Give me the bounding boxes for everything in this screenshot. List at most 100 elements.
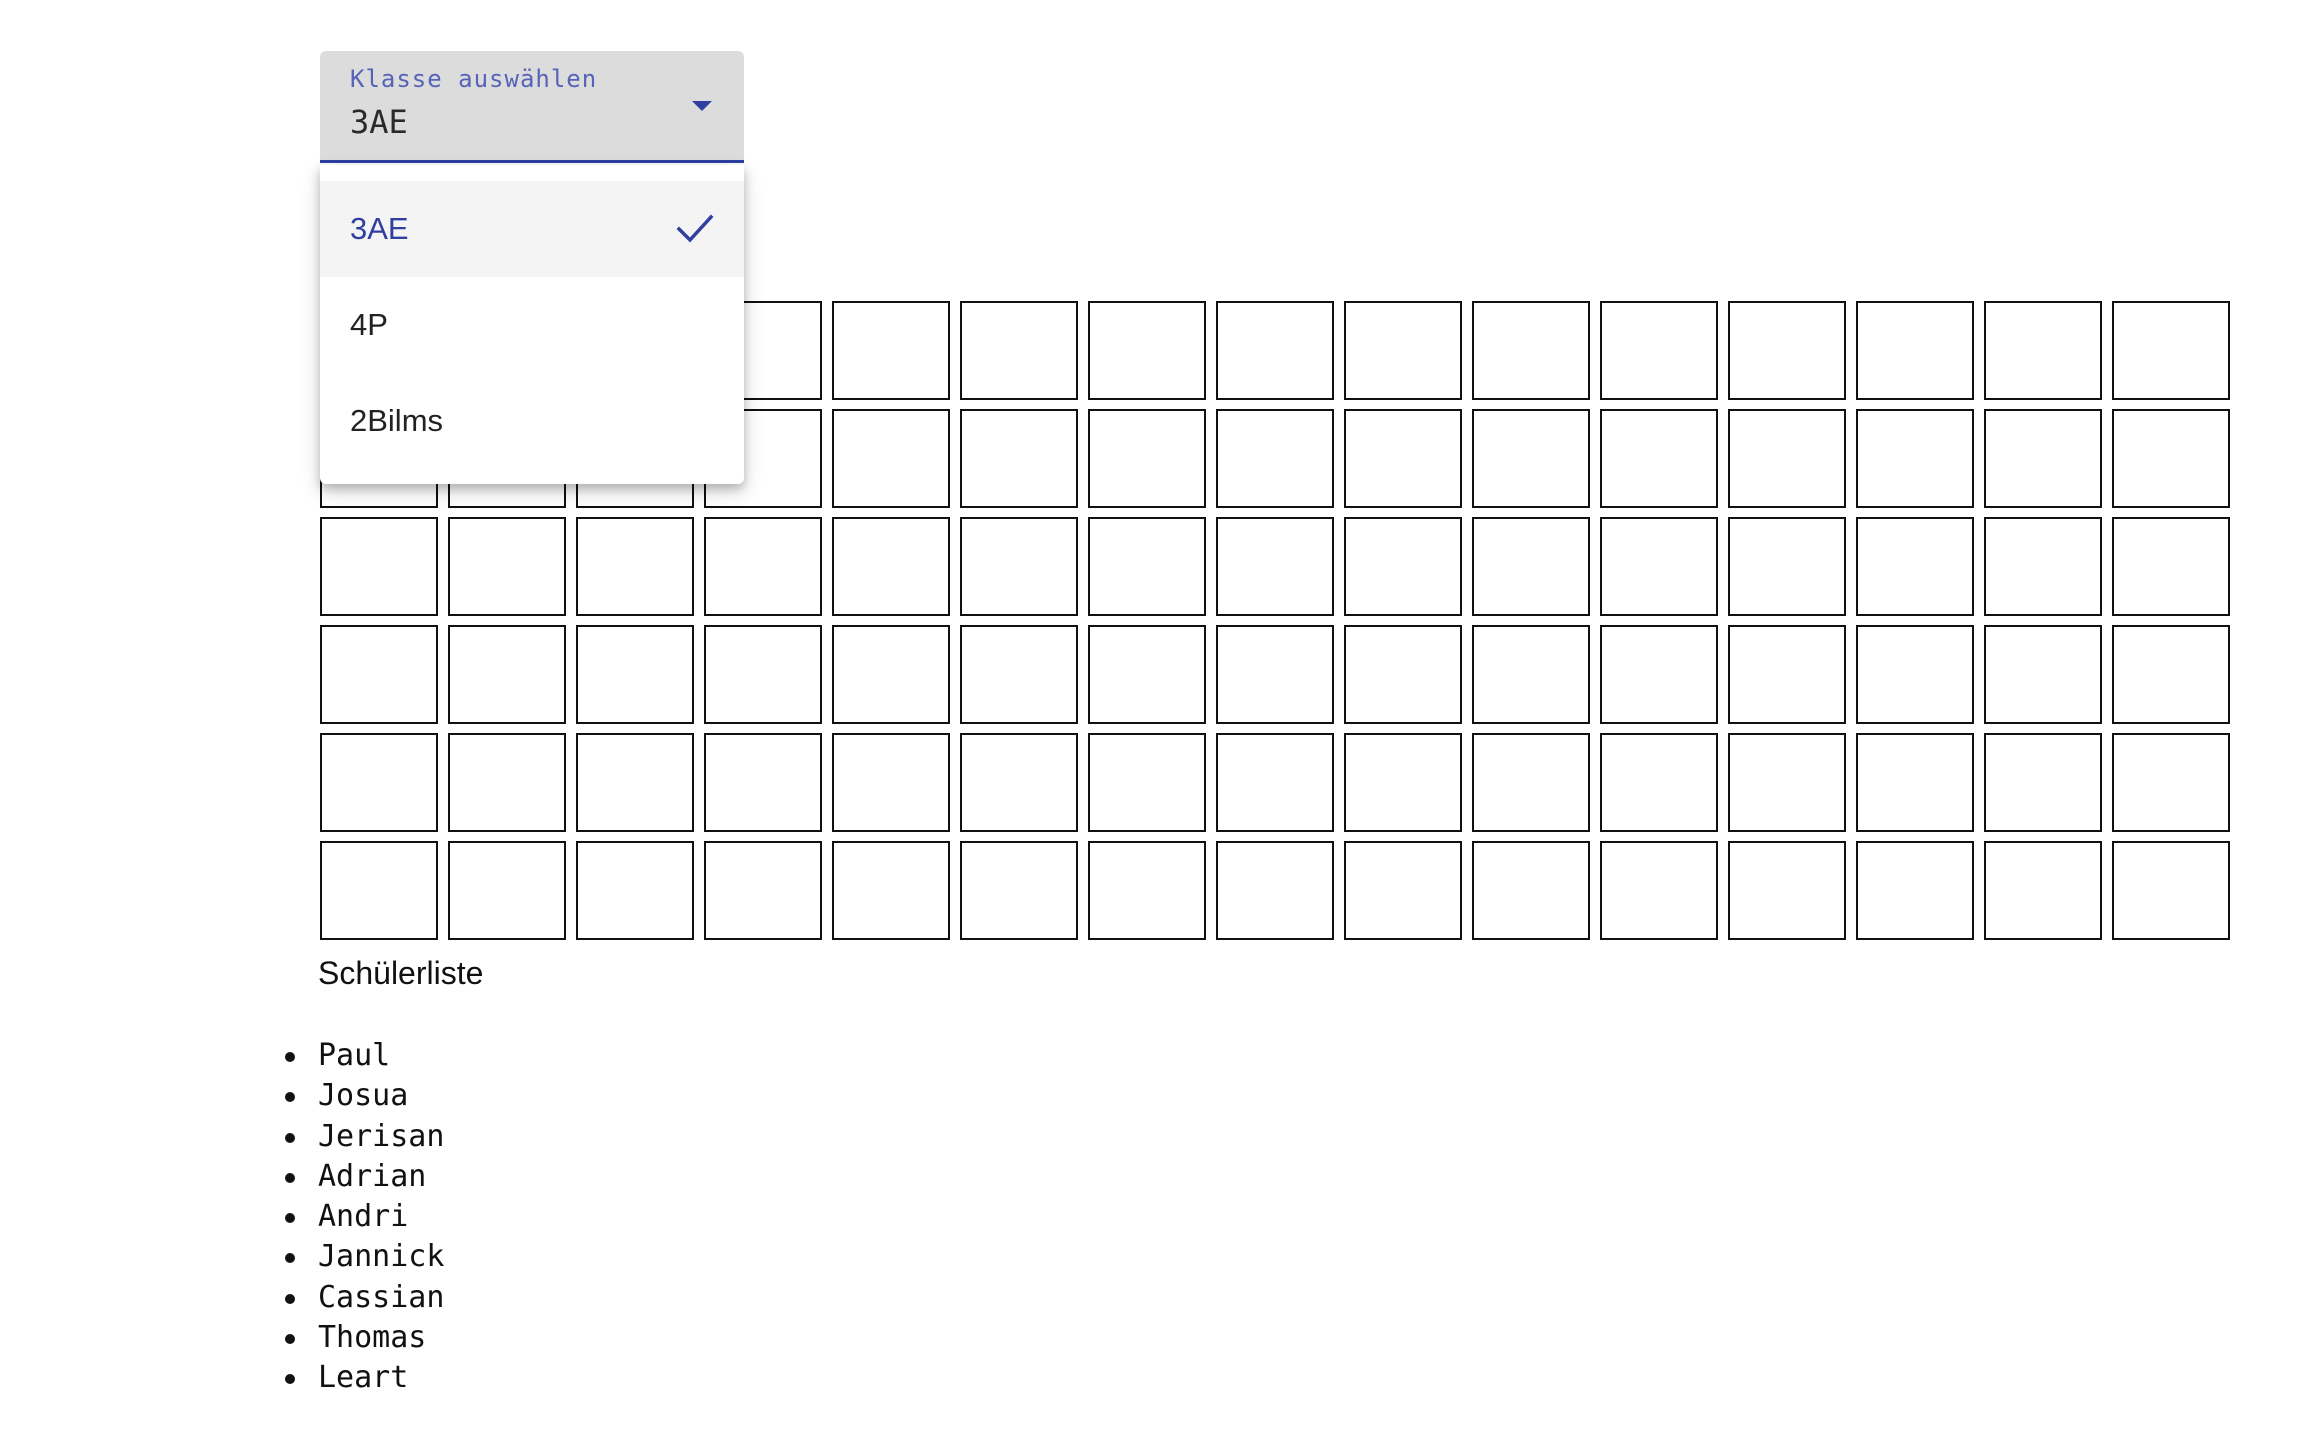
seat-cell[interactable] xyxy=(1728,517,1846,616)
seat-cell[interactable] xyxy=(1216,733,1334,832)
seat-cell[interactable] xyxy=(320,733,438,832)
seat-cell[interactable] xyxy=(1856,733,1974,832)
seat-cell[interactable] xyxy=(2112,841,2230,940)
seat-cell[interactable] xyxy=(1472,517,1590,616)
seat-cell[interactable] xyxy=(1216,625,1334,724)
seat-cell[interactable] xyxy=(1088,301,1206,400)
seat-cell[interactable] xyxy=(448,841,566,940)
seat-cell[interactable] xyxy=(1344,517,1462,616)
page: Klasse auswählen 3AE 3AE 4P 2Bilms Schül… xyxy=(0,0,2306,1432)
seat-cell[interactable] xyxy=(1728,409,1846,508)
seat-cell[interactable] xyxy=(1216,301,1334,400)
seat-cell[interactable] xyxy=(832,517,950,616)
seat-cell[interactable] xyxy=(1344,733,1462,832)
seat-cell[interactable] xyxy=(2112,409,2230,508)
seat-cell[interactable] xyxy=(1728,301,1846,400)
seat-cell[interactable] xyxy=(1984,517,2102,616)
seat-cell[interactable] xyxy=(960,301,1078,400)
seat-cell[interactable] xyxy=(320,625,438,724)
seat-cell[interactable] xyxy=(1600,625,1718,724)
student-list-item: Jannick xyxy=(284,1237,444,1277)
seat-cell[interactable] xyxy=(704,733,822,832)
seat-cell[interactable] xyxy=(576,841,694,940)
option-label: 2Bilms xyxy=(350,403,444,438)
student-list: Paul Josua Jerisan Adrian Andri Jannick Cassia… xyxy=(284,1036,444,1399)
seat-cell[interactable] xyxy=(1984,625,2102,724)
check-icon xyxy=(676,214,714,243)
seat-cell[interactable] xyxy=(1728,841,1846,940)
student-list-item: Thomas xyxy=(284,1318,444,1358)
seat-cell[interactable] xyxy=(832,841,950,940)
seat-cell[interactable] xyxy=(1472,733,1590,832)
seat-cell[interactable] xyxy=(2112,301,2230,400)
seat-cell[interactable] xyxy=(960,625,1078,724)
seat-cell[interactable] xyxy=(1856,625,1974,724)
seat-cell[interactable] xyxy=(1856,841,1974,940)
option-3ae[interactable]: 3AE xyxy=(320,181,744,277)
seat-cell[interactable] xyxy=(1216,517,1334,616)
seat-cell[interactable] xyxy=(960,841,1078,940)
seat-cell[interactable] xyxy=(1856,517,1974,616)
seat-cell[interactable] xyxy=(1472,841,1590,940)
seat-cell[interactable] xyxy=(704,625,822,724)
seat-cell[interactable] xyxy=(448,733,566,832)
seat-cell[interactable] xyxy=(1088,841,1206,940)
seat-cell[interactable] xyxy=(1088,409,1206,508)
seat-cell[interactable] xyxy=(1728,733,1846,832)
student-list-title: Schülerliste xyxy=(318,955,484,991)
seat-cell[interactable] xyxy=(1472,625,1590,724)
class-select-value: 3AE xyxy=(350,103,408,141)
seat-cell[interactable] xyxy=(576,625,694,724)
seat-cell[interactable] xyxy=(1472,301,1590,400)
seat-cell[interactable] xyxy=(704,517,822,616)
seat-cell[interactable] xyxy=(1600,841,1718,940)
seat-cell[interactable] xyxy=(1472,409,1590,508)
seat-cell[interactable] xyxy=(448,625,566,724)
seat-cell[interactable] xyxy=(2112,625,2230,724)
seat-cell[interactable] xyxy=(1600,733,1718,832)
seat-cell[interactable] xyxy=(1856,301,1974,400)
option-4p[interactable]: 4P xyxy=(320,277,744,373)
seat-cell[interactable] xyxy=(2112,517,2230,616)
seat-cell[interactable] xyxy=(704,841,822,940)
seat-cell[interactable] xyxy=(832,301,950,400)
seat-cell[interactable] xyxy=(832,733,950,832)
seat-cell[interactable] xyxy=(1600,517,1718,616)
seat-cell[interactable] xyxy=(320,517,438,616)
seat-cell[interactable] xyxy=(1728,625,1846,724)
seat-cell[interactable] xyxy=(1344,841,1462,940)
class-select-label: Klasse auswählen xyxy=(350,65,598,93)
seat-cell[interactable] xyxy=(1216,409,1334,508)
seat-cell[interactable] xyxy=(1088,733,1206,832)
seat-cell[interactable] xyxy=(1984,841,2102,940)
seat-cell[interactable] xyxy=(2112,733,2230,832)
student-list-item: Josua xyxy=(284,1076,444,1116)
class-select[interactable]: Klasse auswählen 3AE xyxy=(320,51,744,163)
seat-cell[interactable] xyxy=(320,841,438,940)
seat-cell[interactable] xyxy=(960,409,1078,508)
seat-cell[interactable] xyxy=(576,517,694,616)
seat-cell[interactable] xyxy=(1216,841,1334,940)
student-list-item: Cassian xyxy=(284,1278,444,1318)
seat-cell[interactable] xyxy=(1984,301,2102,400)
seat-cell[interactable] xyxy=(1984,409,2102,508)
seat-cell[interactable] xyxy=(1088,625,1206,724)
seat-cell[interactable] xyxy=(1344,625,1462,724)
seat-cell[interactable] xyxy=(1600,301,1718,400)
seat-cell[interactable] xyxy=(832,625,950,724)
seat-cell[interactable] xyxy=(448,517,566,616)
class-options-dropdown: 3AE 4P 2Bilms xyxy=(320,165,744,484)
seat-cell[interactable] xyxy=(576,733,694,832)
seat-cell[interactable] xyxy=(960,733,1078,832)
seat-cell[interactable] xyxy=(1856,409,1974,508)
seat-cell[interactable] xyxy=(1344,301,1462,400)
seat-cell[interactable] xyxy=(1088,517,1206,616)
option-2bilms[interactable]: 2Bilms xyxy=(320,373,744,469)
seat-cell[interactable] xyxy=(832,409,950,508)
seat-cell[interactable] xyxy=(1344,409,1462,508)
seat-cell[interactable] xyxy=(1984,733,2102,832)
student-list-item: Leart xyxy=(284,1358,444,1398)
seat-cell[interactable] xyxy=(960,517,1078,616)
seat-cell[interactable] xyxy=(1600,409,1718,508)
chevron-down-icon[interactable] xyxy=(692,101,712,111)
